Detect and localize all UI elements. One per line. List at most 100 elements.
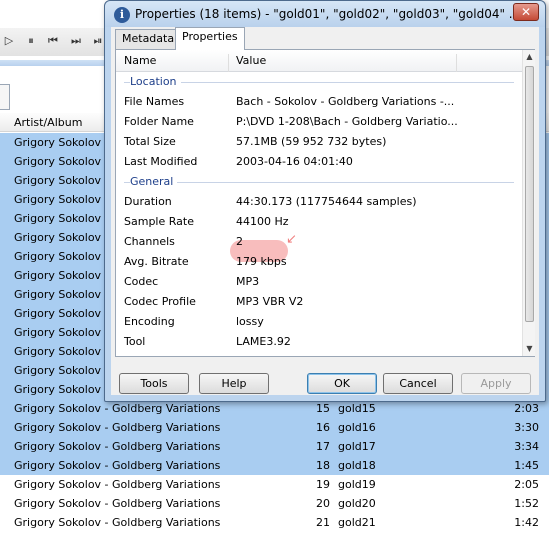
column-divider[interactable] xyxy=(228,54,229,72)
property-value: 44:30.173 (117754644 samples) xyxy=(236,192,417,212)
property-row-folder-name[interactable]: Folder Name P:\DVD 1-208\Bach - Goldberg … xyxy=(116,112,522,132)
group-location: Location xyxy=(116,72,522,92)
track-number: 16 xyxy=(316,421,330,434)
property-row-codec-profile[interactable]: Codec Profile MP3 VBR V2 xyxy=(116,292,522,312)
column-artist-album[interactable]: Artist/Album xyxy=(14,116,82,129)
playlist-row[interactable]: Grigory Sokolov - Goldberg Variations 18 g… xyxy=(0,456,549,475)
property-value: MP3 VBR V2 xyxy=(236,292,303,312)
track-artist: Grigory Sokolov xyxy=(14,364,102,377)
group-label: Location xyxy=(130,72,181,92)
property-value-text: 179 kbps xyxy=(236,255,287,268)
property-value-text: 44:30.173 xyxy=(236,195,293,208)
track-artist: Grigory Sokolov xyxy=(14,155,102,168)
track-artist: Grigory Sokolov xyxy=(14,250,102,263)
track-length: 2:05 xyxy=(514,478,539,491)
group-divider xyxy=(124,182,514,183)
property-row-channels[interactable]: Channels 2 xyxy=(116,232,522,252)
general-rows: Duration 44:30.173 (117754644 samples) Sam… xyxy=(116,192,522,352)
dialog-client-area: Metadata Properties Name Value ↙ Locatio… xyxy=(111,27,539,395)
property-value-text: P:\DVD 1-208\Bach - Goldberg Variatio... xyxy=(236,115,458,128)
property-value-text: 2003-04-16 04:01:40 xyxy=(236,155,353,168)
next-icon[interactable]: ⏭ xyxy=(68,33,84,49)
help-button[interactable]: Help xyxy=(199,373,269,394)
property-name: Codec xyxy=(124,275,159,288)
tools-button[interactable]: Tools xyxy=(119,373,189,394)
group-general: General xyxy=(116,172,522,192)
scroll-down-icon[interactable]: ▼ xyxy=(523,342,536,356)
track-artist: Grigory Sokolov - Goldberg Variations xyxy=(14,478,221,491)
property-row-duration[interactable]: Duration 44:30.173 (117754644 samples) xyxy=(116,192,522,212)
ok-button[interactable]: OK xyxy=(307,373,377,394)
property-row-last-modified[interactable]: Last Modified 2003-04-16 04:01:40 xyxy=(116,152,522,172)
property-row-avg-bitrate[interactable]: Avg. Bitrate 179 kbps xyxy=(116,252,522,272)
property-value: 2 xyxy=(236,232,243,252)
location-rows: File Names Bach - Sokolov - Goldberg Vari… xyxy=(116,92,522,172)
track-length: 1:45 xyxy=(514,459,539,472)
property-row-total-size[interactable]: Total Size 57.1MB (59 952 732 bytes) xyxy=(116,132,522,152)
group-divider xyxy=(124,82,514,83)
track-artist: Grigory Sokolov - Goldberg Variations xyxy=(14,516,221,529)
close-button[interactable]: ✕ xyxy=(513,3,539,21)
property-row-encoding[interactable]: Encoding lossy xyxy=(116,312,522,332)
playlist-row[interactable]: Grigory Sokolov - Goldberg Variations 19 g… xyxy=(0,475,549,494)
track-title: gold18 xyxy=(338,459,376,472)
track-artist: Grigory Sokolov xyxy=(14,212,102,225)
property-value-text: MP3 xyxy=(236,275,260,288)
property-value-text: Bach - Sokolov - Goldberg Variations -..… xyxy=(236,95,455,108)
property-value: 179 kbps xyxy=(236,252,287,272)
property-row-codec[interactable]: Codec MP3 xyxy=(116,272,522,292)
apply-button[interactable]: Apply xyxy=(461,373,531,394)
property-value-text: lossy xyxy=(236,315,264,328)
column-divider[interactable] xyxy=(456,54,457,72)
track-artist: Grigory Sokolov xyxy=(14,345,102,358)
property-value-text: 44100 Hz xyxy=(236,215,289,228)
vertical-scrollbar[interactable]: ▲ ▼ xyxy=(522,50,535,356)
group-label: General xyxy=(130,172,178,192)
track-title: gold16 xyxy=(338,421,376,434)
dialog-title: Properties (18 items) - "gold01", "gold0… xyxy=(135,7,521,21)
property-value: P:\DVD 1-208\Bach - Goldberg Variatio... xyxy=(236,112,458,132)
dialog-title-bar[interactable]: i Properties (18 items) - "gold01", "gol… xyxy=(105,1,545,27)
property-row-sample-rate[interactable]: Sample Rate 44100 Hz xyxy=(116,212,522,232)
playlist-row[interactable]: Grigory Sokolov - Goldberg Variations 17 g… xyxy=(0,437,549,456)
property-value-text: MP3 VBR V2 xyxy=(236,295,304,308)
property-value: 44100 Hz xyxy=(236,212,289,232)
tab-properties[interactable]: Properties xyxy=(175,27,245,50)
cancel-button[interactable]: Cancel xyxy=(383,373,453,394)
track-artist: Grigory Sokolov - Goldberg Variations xyxy=(14,440,221,453)
property-row-file-names[interactable]: File Names Bach - Sokolov - Goldberg Vari… xyxy=(116,92,522,112)
property-row-tool[interactable]: Tool LAME3.92 xyxy=(116,332,522,352)
playlist-row[interactable]: Grigory Sokolov - Goldberg Variations 20 g… xyxy=(0,494,549,513)
column-value[interactable]: Value xyxy=(236,54,266,67)
track-number: 18 xyxy=(316,459,330,472)
track-artist: Grigory Sokolov - Goldberg Variations xyxy=(14,497,221,510)
previous-icon[interactable]: ⏮ xyxy=(45,33,61,49)
track-artist: Grigory Sokolov - Goldberg Variations xyxy=(14,421,221,434)
property-name: File Names xyxy=(124,95,185,108)
track-length: 1:52 xyxy=(514,497,539,510)
playlist-tab[interactable] xyxy=(0,84,10,110)
property-name: Total Size xyxy=(124,135,176,148)
track-number: 20 xyxy=(316,497,330,510)
scroll-up-icon[interactable]: ▲ xyxy=(523,50,536,64)
property-value-text: LAME3.92 xyxy=(236,335,291,348)
property-name: Sample Rate xyxy=(124,215,194,228)
scroll-thumb[interactable] xyxy=(525,66,534,322)
property-value: MP3 xyxy=(236,272,259,292)
track-title: gold17 xyxy=(338,440,376,453)
list-header: Name Value xyxy=(116,50,522,72)
track-length: 3:30 xyxy=(514,421,539,434)
track-number: 21 xyxy=(316,516,330,529)
tab-metadata[interactable]: Metadata xyxy=(115,29,182,49)
track-artist: Grigory Sokolov - Goldberg Variations xyxy=(14,459,221,472)
track-artist: Grigory Sokolov xyxy=(14,269,102,282)
column-name[interactable]: Name xyxy=(124,54,156,67)
pause-icon[interactable]: ⏸ xyxy=(23,33,39,49)
track-length: 1:42 xyxy=(514,516,539,529)
track-artist: Grigory Sokolov xyxy=(14,174,102,187)
property-name: Encoding xyxy=(124,315,175,328)
property-name: Folder Name xyxy=(124,115,194,128)
playlist-row[interactable]: Grigory Sokolov - Goldberg Variations 16 g… xyxy=(0,418,549,437)
playlist-row[interactable]: Grigory Sokolov - Goldberg Variations 21 g… xyxy=(0,513,549,532)
play-icon[interactable]: ▷ xyxy=(1,33,17,49)
